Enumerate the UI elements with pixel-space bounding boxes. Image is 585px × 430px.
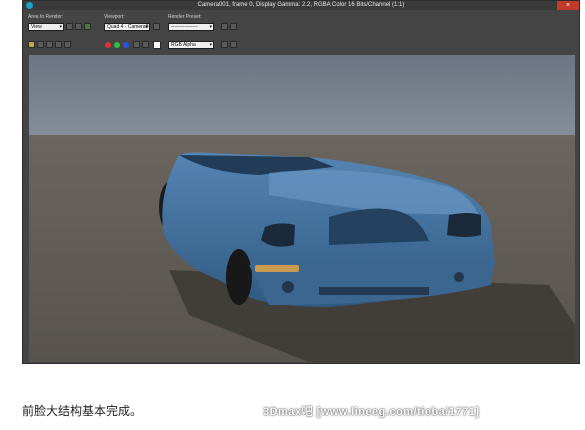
- render-frame-window: Camera001, frame 0, Display Gamma: 2.2, …: [22, 0, 580, 364]
- monochrome-icon[interactable]: [142, 41, 149, 48]
- alpha-channel-icon[interactable]: [133, 41, 140, 48]
- watermark: 3Dmax吧 [www.lineeg.com/tieba/1771]: [263, 406, 480, 418]
- title-bar: Camera001, frame 0, Display Gamma: 2.2, …: [23, 1, 579, 10]
- copy-image-icon[interactable]: [37, 41, 44, 48]
- lock-region-icon[interactable]: [84, 23, 91, 30]
- area-to-render-dropdown[interactable]: View ▾: [28, 23, 64, 31]
- close-button[interactable]: ×: [557, 1, 579, 10]
- clone-frame-icon[interactable]: [46, 41, 53, 48]
- print-image-icon[interactable]: [55, 41, 62, 48]
- color-swatch[interactable]: [153, 41, 161, 49]
- app-icon: [26, 2, 33, 9]
- car-render-image: [29, 55, 575, 362]
- chevron-down-icon: ▾: [209, 24, 212, 30]
- toggle-ui-icon[interactable]: [230, 41, 237, 48]
- render-preset-dropdown[interactable]: ---------------- ▾: [168, 23, 214, 31]
- chevron-down-icon: ▾: [59, 24, 62, 30]
- blue-channel-toggle[interactable]: [123, 42, 129, 48]
- post-caption: 前脸大结构基本完成。: [22, 404, 143, 418]
- display-channel-dropdown[interactable]: RGB Alpha ▾: [168, 41, 214, 49]
- display-channel-value: RGB Alpha: [171, 42, 196, 48]
- clear-icon[interactable]: [64, 41, 71, 48]
- render-setup-icon[interactable]: [221, 23, 228, 30]
- save-image-icon[interactable]: [28, 41, 35, 48]
- toggle-ui-overlay-icon[interactable]: [221, 41, 228, 48]
- green-channel-toggle[interactable]: [114, 42, 120, 48]
- window-title: Camera001, frame 0, Display Gamma: 2.2, …: [197, 2, 405, 8]
- viewport-dropdown[interactable]: Quad 4 - Camera0 ▾: [104, 23, 150, 31]
- area-to-render-value: View: [31, 24, 42, 30]
- environment-icon[interactable]: [230, 23, 237, 30]
- viewport-label: Viewport:: [104, 14, 125, 20]
- viewport-value: Quad 4 - Camera0: [107, 24, 149, 30]
- edit-region-icon[interactable]: [66, 23, 73, 30]
- chevron-down-icon: ▾: [209, 42, 212, 48]
- render-preset-value: ----------------: [171, 24, 198, 30]
- lock-viewport-icon[interactable]: [153, 23, 160, 30]
- red-channel-toggle[interactable]: [105, 42, 111, 48]
- area-to-render-label: Area to Render:: [28, 14, 64, 20]
- chevron-down-icon: ▾: [145, 24, 148, 30]
- render-preset-label: Render Preset:: [168, 14, 202, 20]
- auto-region-icon[interactable]: [75, 23, 82, 30]
- rendered-image-viewport: [29, 55, 575, 362]
